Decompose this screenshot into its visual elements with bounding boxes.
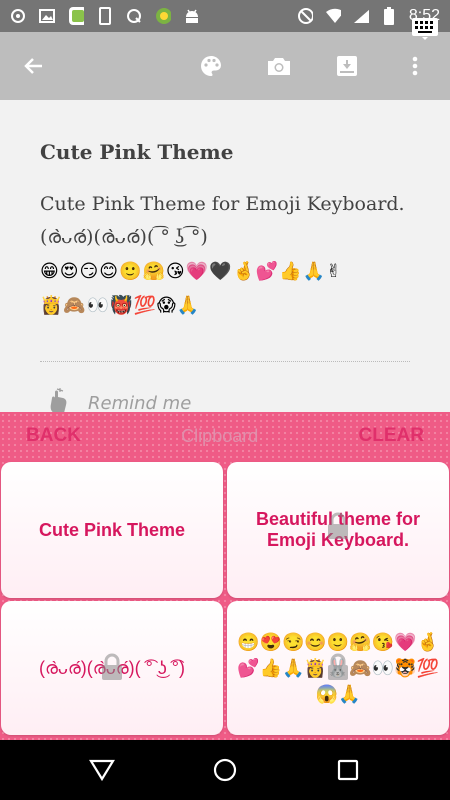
note-title[interactable]: Cute Pink Theme bbox=[40, 140, 410, 164]
battery-icon bbox=[381, 7, 397, 25]
clipboard-grid: Cute Pink Theme Beautiful theme for Emoj… bbox=[0, 462, 450, 735]
back-triangle-icon[interactable] bbox=[88, 756, 116, 784]
note-body[interactable]: Cute Pink Theme for Emoji Keyboard.(ര̀ᴗര… bbox=[40, 188, 410, 254]
toolbar-actions bbox=[198, 53, 428, 79]
app-toolbar bbox=[0, 32, 450, 100]
app-icon bbox=[68, 7, 84, 25]
clip-text: Cute Pink Theme bbox=[38, 519, 186, 540]
lock-icon bbox=[328, 653, 348, 680]
clipboard-title: Clipboard bbox=[181, 425, 259, 446]
home-circle-icon[interactable] bbox=[211, 756, 239, 784]
divider bbox=[40, 361, 410, 362]
image-icon bbox=[39, 8, 55, 24]
clear-button[interactable]: CLEAR bbox=[359, 425, 424, 447]
ball-icon bbox=[155, 8, 171, 24]
navigation-bar bbox=[0, 740, 450, 800]
recents-square-icon[interactable] bbox=[334, 756, 362, 784]
circle-c-icon bbox=[10, 8, 26, 24]
note-emoji-line-2[interactable]: 👸🙈👀👹💯😱🙏 bbox=[40, 290, 410, 322]
status-bar: 8:52 bbox=[0, 0, 450, 32]
android-icon bbox=[184, 8, 200, 24]
q-icon bbox=[126, 8, 142, 24]
clip-item[interactable]: Cute Pink Theme bbox=[1, 462, 223, 598]
clip-item[interactable]: 😁😍😏😊🙂🤗😘💗🤞💕👍🙏👸🐰🙈👀🐯💯😱🙏 bbox=[227, 601, 449, 735]
note-content: Cute Pink Theme Cute Pink Theme for Emoj… bbox=[40, 100, 410, 322]
camera-icon[interactable] bbox=[266, 53, 292, 79]
clip-item[interactable]: (ര̀ᴗര́)(ര̀ᴗര́)( ͡° ͜ʖ ͡°) bbox=[1, 601, 223, 735]
palette-icon[interactable] bbox=[198, 53, 224, 79]
dnd-icon bbox=[297, 8, 313, 24]
keyboard-icon[interactable] bbox=[412, 18, 438, 40]
more-vert-icon[interactable] bbox=[402, 53, 428, 79]
keyboard-top-bar: BACK Clipboard CLEAR bbox=[0, 412, 450, 460]
archive-icon[interactable] bbox=[334, 53, 360, 79]
lock-icon bbox=[102, 653, 122, 680]
note-emoji-line-1[interactable]: 😁😍😏😊🙂🤗😘💗🖤🤞💕👍🙏✌ bbox=[40, 256, 410, 288]
clip-item[interactable]: Beautiful theme for Emoji Keyboard. bbox=[227, 462, 449, 598]
back-button[interactable]: BACK bbox=[26, 425, 81, 447]
emoji-keyboard: BACK Clipboard CLEAR Cute Pink Theme Bea… bbox=[0, 412, 450, 740]
remind-me-label: Remind me bbox=[88, 393, 192, 414]
status-left-icons bbox=[10, 7, 200, 25]
phone-icon bbox=[97, 7, 113, 25]
lock-icon bbox=[328, 512, 348, 539]
arrow-back-icon[interactable] bbox=[20, 52, 48, 80]
wifi-icon bbox=[325, 8, 341, 24]
signal-icon bbox=[353, 8, 369, 24]
